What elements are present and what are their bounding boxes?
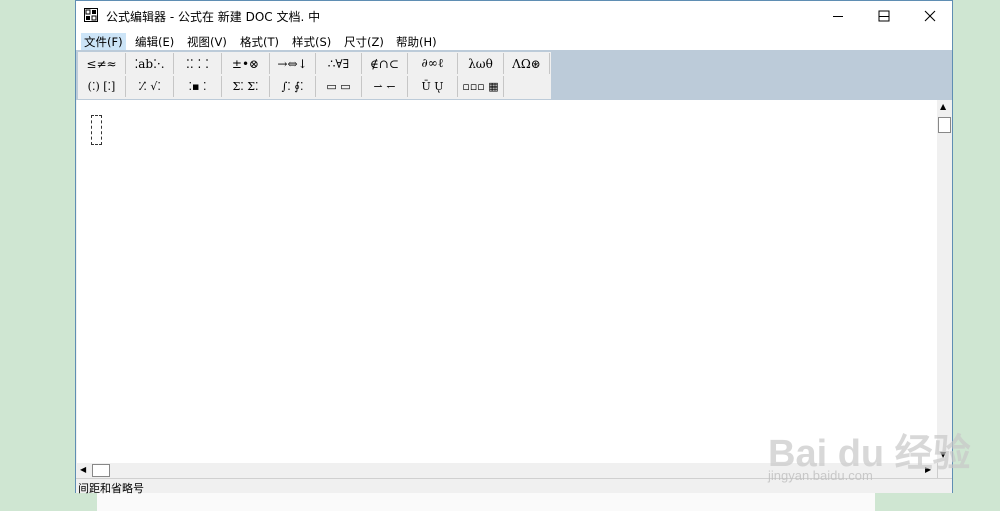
maximize-button[interactable] (861, 1, 907, 31)
close-button[interactable] (907, 1, 953, 31)
embellishments-button[interactable]: ⁚⁚ ⁚ ⁚ (174, 53, 222, 74)
window-title: 公式编辑器 - 公式在 新建 DOC 文档. 中 (106, 10, 321, 24)
document-page-edge (97, 490, 875, 511)
minimize-icon (833, 16, 843, 17)
empty-equation-slot[interactable] (91, 115, 102, 145)
vertical-scroll-thumb[interactable] (938, 117, 951, 133)
horizontal-scroll-thumb[interactable] (92, 464, 110, 477)
menu-size[interactable]: 尺寸(Z) (341, 33, 387, 51)
arrow-symbols-button[interactable]: →⇔↓ (270, 53, 316, 74)
matrix-templates-button[interactable]: ▫▫▫ ▦ (458, 76, 504, 97)
scroll-left-arrow-icon[interactable]: ◀ (80, 466, 86, 474)
menu-format[interactable]: 格式(T) (237, 33, 282, 51)
summation-templates-button[interactable]: Σ⁚ Σ⁚ (222, 76, 270, 97)
maximize-icon (878, 10, 890, 22)
menu-help[interactable]: 帮助(H) (393, 33, 440, 51)
greek-lowercase-button[interactable]: λωθ (458, 53, 504, 74)
menu-style[interactable]: 样式(S) (289, 33, 334, 51)
watermark-url: jingyan.baidu.com (768, 468, 873, 483)
logical-symbols-button[interactable]: ∴∀∃ (316, 53, 362, 74)
minimize-button-area[interactable] (815, 1, 861, 31)
misc-symbols-button[interactable]: ∂∞ℓ (408, 53, 458, 74)
status-text: 间距和省略号 (78, 482, 144, 495)
labeled-arrow-templates-button[interactable]: ⇀ ↽ (362, 76, 408, 97)
menu-bar: 文件(F) 编辑(E) 视图(V) 格式(T) 样式(S) 尺寸(Z) 帮助(H… (76, 31, 952, 51)
menu-file[interactable]: 文件(F) (81, 33, 126, 51)
spaces-ellipses-button[interactable]: ⁚ab⁚·. (126, 53, 174, 74)
greek-uppercase-button[interactable]: ΛΩ⊛ (504, 53, 550, 74)
product-set-templates-button[interactable]: Ū Ų (408, 76, 458, 97)
fraction-radical-templates-button[interactable]: ⁚⁄⁚ √⁚ (126, 76, 174, 97)
title-bar[interactable]: 公式编辑器 - 公式在 新建 DOC 文档. 中 (76, 1, 952, 31)
symbol-template-palette: ≤≠≈ ⁚ab⁚·. ⁚⁚ ⁚ ⁚ ±•⊗ →⇔↓ ∴∀∃ ∉∩⊂ ∂∞ℓ λω… (78, 52, 551, 99)
relational-symbols-button[interactable]: ≤≠≈ (78, 53, 126, 74)
operator-symbols-button[interactable]: ±•⊗ (222, 53, 270, 74)
equation-editor-app-icon (84, 8, 98, 22)
close-icon (924, 10, 936, 22)
menu-edit[interactable]: 编辑(E) (132, 33, 177, 51)
watermark-logo: Bai du 经验 jingyan.baidu.com (760, 400, 971, 495)
scroll-up-arrow-icon[interactable]: ▲ (940, 103, 946, 111)
integral-templates-button[interactable]: ∫⁚ ∮⁚ (270, 76, 316, 97)
subscript-superscript-templates-button[interactable]: ⁚▪ ⁚ (174, 76, 222, 97)
underbar-overbar-templates-button[interactable]: ▭ ▭ (316, 76, 362, 97)
set-theory-symbols-button[interactable]: ∉∩⊂ (362, 53, 408, 74)
menu-view[interactable]: 视图(V) (184, 33, 230, 51)
fence-templates-button[interactable]: (⁚) [⁚] (78, 76, 126, 97)
